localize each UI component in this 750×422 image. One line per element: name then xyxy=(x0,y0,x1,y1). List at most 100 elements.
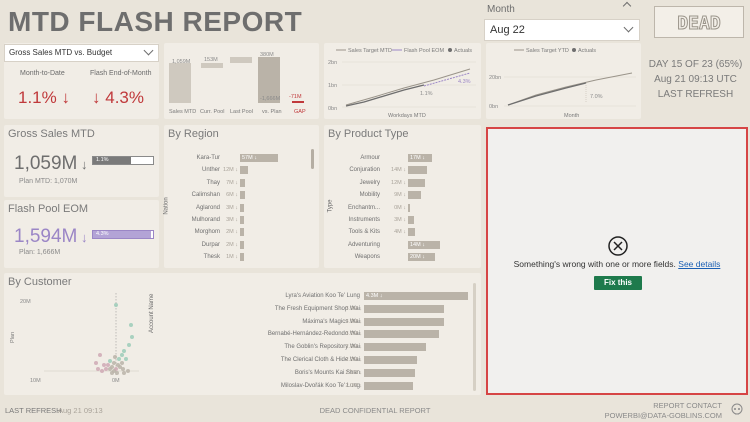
scatter-point[interactable] xyxy=(112,361,116,365)
customer-scrollbar[interactable] xyxy=(473,283,476,391)
scatter-point[interactable] xyxy=(113,355,117,359)
fix-this-button[interactable]: Fix this xyxy=(594,276,642,290)
bar-value-label: 3M ↓ xyxy=(394,217,406,223)
flash-pool-plan: Plan: 1,666M xyxy=(19,249,61,256)
legend-item: Flash Pool EOM xyxy=(404,48,444,54)
by-customer-card: By Customer Plan 20M 10M 0M Account Name… xyxy=(4,273,481,395)
scatter-point[interactable] xyxy=(121,367,125,371)
month-collapse-icon[interactable] xyxy=(622,1,632,11)
bar-value-label: 12M ↓ xyxy=(223,167,238,174)
bar-category-label: Lyra's Aviation Koo Te' Lung xyxy=(285,293,360,299)
bar-mark[interactable] xyxy=(364,343,427,352)
line-ytd-svg: Sales Target YTD Actuals 20bn 0bn 7.0% M… xyxy=(489,48,636,119)
bar-category-label: Unther xyxy=(201,167,220,174)
scatter-point[interactable] xyxy=(122,349,126,353)
line-ytd-chart: Sales Target YTD Actuals 20bn 0bn 7.0% M… xyxy=(486,43,641,119)
waterfall-label: Sales MTD xyxy=(169,109,196,115)
scatter-point[interactable] xyxy=(98,353,102,357)
scatter-point[interactable] xyxy=(115,371,119,375)
scatter-point[interactable] xyxy=(126,369,130,373)
footer-refresh-label: LAST REFRESH xyxy=(5,406,62,415)
flash-pool-bar-label: 4.3% xyxy=(96,231,109,237)
region-scrollbar[interactable] xyxy=(311,149,314,169)
refresh-label: LAST REFRESH xyxy=(657,89,734,100)
scatter-point[interactable] xyxy=(94,361,98,365)
bar-mark[interactable] xyxy=(240,191,245,200)
scatter-point[interactable] xyxy=(110,371,114,375)
scatter-point[interactable] xyxy=(114,303,118,307)
scatter-point[interactable] xyxy=(124,357,128,361)
bar-mark[interactable] xyxy=(408,216,414,224)
scatter-point[interactable] xyxy=(117,357,121,361)
flash-pool-title: Flash Pool EOM xyxy=(8,203,89,215)
bar-value-label: 14M ↓ xyxy=(391,167,406,174)
bar-value-label: 20M ↓ xyxy=(410,254,425,261)
scatter-point[interactable] xyxy=(100,369,104,373)
legend-item: Sales Target MTD xyxy=(348,48,392,54)
scatter-point[interactable] xyxy=(120,361,124,365)
bar-category-label: Conjuration xyxy=(349,167,380,174)
gross-sales-card: Gross Sales MTD 1,059M ↓ 1.1% Plan MTD: … xyxy=(4,125,159,197)
bar-mark[interactable] xyxy=(240,253,244,262)
bar-mark[interactable] xyxy=(364,317,445,326)
scatter-point[interactable] xyxy=(104,367,108,371)
scatter-point[interactable] xyxy=(108,359,112,363)
scatter-point[interactable] xyxy=(102,363,106,367)
gross-sales-bar-label: 1.1% xyxy=(96,157,109,163)
bar-mark[interactable] xyxy=(364,381,413,390)
bar-mark[interactable] xyxy=(240,216,244,224)
bar-mark[interactable] xyxy=(408,203,410,212)
bar-category-label: Enchantm... xyxy=(347,204,380,211)
bar-mark[interactable] xyxy=(408,228,416,237)
scatter-point[interactable] xyxy=(127,343,131,347)
bar-mark[interactable] xyxy=(364,330,439,339)
bar-mark[interactable] xyxy=(364,368,415,377)
waterfall-bar-sales xyxy=(169,63,191,103)
mtd-label: Month-to-Date xyxy=(20,70,65,77)
month-label: Month xyxy=(487,4,515,15)
scatter-point[interactable] xyxy=(129,323,133,327)
target-line xyxy=(345,68,471,106)
bar-mark[interactable] xyxy=(408,166,428,175)
bar-value-label: 2.2M ↓ xyxy=(345,357,362,363)
x-tick: 0M xyxy=(112,378,120,384)
see-details-link[interactable]: See details xyxy=(678,259,720,269)
bar-mark[interactable] xyxy=(408,191,421,200)
scatter-point[interactable] xyxy=(120,353,124,357)
waterfall-bar-curr xyxy=(201,63,223,68)
scatter-y-label: Plan xyxy=(10,332,16,343)
scatter-points xyxy=(94,303,134,375)
bar-mark[interactable] xyxy=(240,203,244,212)
month-dropdown[interactable]: Aug 22 xyxy=(484,19,640,41)
footer-contact-email[interactable]: POWERBI@DATA-GOBLINS.COM xyxy=(560,411,722,420)
scatter-point[interactable] xyxy=(108,367,112,371)
bar-value-label: 14M ↓ xyxy=(410,241,425,248)
arrow-down-icon: ↓ xyxy=(92,88,106,107)
scatter-point[interactable] xyxy=(122,371,126,375)
bar-value-label: 3.3M ↓ xyxy=(345,305,362,312)
bar-mark[interactable] xyxy=(240,228,244,237)
bar-mark[interactable] xyxy=(364,304,445,313)
bar-mark[interactable] xyxy=(240,178,246,187)
scatter-point[interactable] xyxy=(96,367,100,371)
chevron-down-icon xyxy=(623,22,634,33)
waterfall-value: 380M xyxy=(260,52,274,58)
bar-mark[interactable] xyxy=(408,178,425,187)
skull-icon xyxy=(731,403,743,415)
bar-mark[interactable] xyxy=(240,166,248,175)
month-value: Aug 22 xyxy=(490,24,525,36)
bar-category-label: Mulhorand xyxy=(191,217,220,223)
bar-category-label: Morghom xyxy=(194,229,220,236)
waterfall-value: -1,666M xyxy=(260,96,281,102)
kpi-dropdown[interactable]: Gross Sales MTD vs. Budget xyxy=(4,44,159,62)
y-tick: 0bn xyxy=(328,106,337,112)
gross-sales-value: 1,059M ↓ xyxy=(14,153,88,174)
by-product-card: By Product Type Type Armour 17M ↓ Conjurat… xyxy=(324,125,481,268)
bar-mark[interactable] xyxy=(364,356,418,364)
bar-value-label: 57M ↓ xyxy=(242,155,257,161)
scatter-point[interactable] xyxy=(130,335,134,339)
bar-mark[interactable] xyxy=(240,240,244,249)
error-message: Something's wrong with one or more field… xyxy=(513,259,721,269)
bar-category-label: Aglarond xyxy=(195,204,220,211)
scatter-point[interactable] xyxy=(106,363,110,367)
